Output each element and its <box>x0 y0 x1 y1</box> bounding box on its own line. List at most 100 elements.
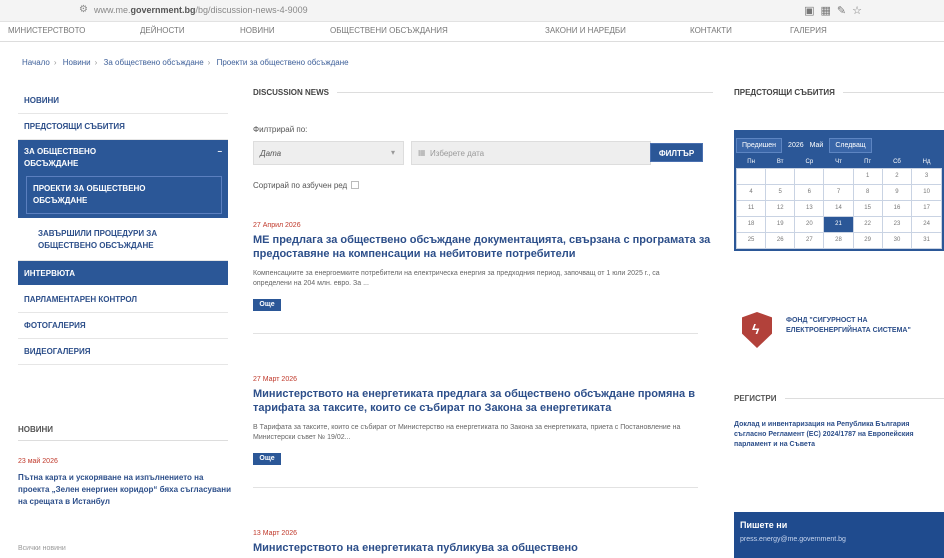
url-prefix: www.me. <box>94 5 131 15</box>
calendar-day[interactable]: 26 <box>765 231 796 249</box>
calendar-day[interactable]: 1 <box>852 167 883 185</box>
calendar-prev-button[interactable]: Предишен <box>736 137 783 153</box>
calendar-month: Май <box>809 141 824 149</box>
breadcrumb-item[interactable]: Начало <box>22 58 50 67</box>
calendar-day[interactable]: 5 <box>765 183 796 201</box>
calendar-weekday: Чт <box>835 158 842 165</box>
article-title[interactable]: Министерството на енергетиката предлага … <box>253 387 713 415</box>
sort-alphabetical[interactable]: Сортирай по азбучен ред <box>253 181 360 190</box>
calendar-day[interactable]: 27 <box>794 231 825 249</box>
topnav-item[interactable]: ЗАКОНИ И НАРЕДБИ <box>545 26 626 35</box>
sort-checkbox[interactable] <box>351 181 360 189</box>
divider <box>253 333 698 334</box>
calendar-day[interactable]: 20 <box>794 215 825 233</box>
topnav-item[interactable]: ДЕЙНОСТИ <box>140 26 185 35</box>
browser-tool-icons[interactable]: ▣▦✎☆ <box>804 4 868 17</box>
submenu-label: ПРОЕКТИ ЗА ОБЩЕСТВЕНО <box>33 184 146 193</box>
divider <box>253 487 698 488</box>
calendar-day <box>823 167 854 185</box>
topnav-item[interactable]: ГАЛЕРИЯ <box>790 26 827 35</box>
more-button[interactable]: Още <box>253 453 281 465</box>
sidebar-item-interviews[interactable]: ИНТЕРВЮТА <box>18 261 228 287</box>
article: 27 Март 2026 Министерството на енергетик… <box>253 376 713 488</box>
registers-heading: РЕГИСТРИ <box>734 394 944 403</box>
calendar-day[interactable]: 29 <box>852 231 883 249</box>
fund-label: ФОНД "СИГУРНОСТ НА ЕЛЕКТРОЕНЕРГИЙНАТА СИ… <box>786 317 911 334</box>
calendar-next-button[interactable]: Следващ <box>829 137 872 153</box>
sidebar-news-link[interactable]: Пътна карта и ускоряване на изпълнението… <box>18 472 233 508</box>
more-button[interactable]: Още <box>253 299 281 311</box>
topnav-item[interactable]: НОВИНИ <box>240 26 275 35</box>
calendar-year: 2026 <box>788 141 804 149</box>
calendar-day[interactable]: 6 <box>794 183 825 201</box>
sidebar-item-news[interactable]: НОВИНИ <box>18 88 228 114</box>
calendar-day[interactable]: 7 <box>823 183 854 201</box>
calendar-day[interactable]: 19 <box>765 215 796 233</box>
calendar-day[interactable]: 24 <box>911 215 942 233</box>
calendar-day <box>765 167 796 185</box>
calendar-weekday: Ср <box>805 158 814 165</box>
filter-label: Филтрирай по: <box>253 125 308 134</box>
events-heading: ПРЕДСТОЯЩИ СЪБИТИЯ <box>734 88 944 97</box>
calendar-day[interactable]: 30 <box>881 231 913 249</box>
breadcrumb-item[interactable]: Новини <box>63 58 91 67</box>
calendar-day[interactable]: 11 <box>735 199 767 217</box>
calendar-day[interactable]: 16 <box>881 199 913 217</box>
calendar-day[interactable]: 13 <box>794 199 825 217</box>
calendar-day[interactable]: 3 <box>911 167 942 185</box>
calendar-day[interactable]: 18 <box>735 215 767 233</box>
article-date: 27 Март 2026 <box>253 376 297 383</box>
article-excerpt: В Тарифата за таксите, които се събират … <box>253 424 681 441</box>
calendar-day[interactable]: 25 <box>735 231 767 249</box>
article-date: 27 Април 2026 <box>253 222 301 229</box>
calendar-day[interactable]: 15 <box>852 199 883 217</box>
registers-link[interactable]: Доклад и инвентаризация на Република Бъл… <box>734 420 939 450</box>
article: 13 Март 2026 Министерството на енергетик… <box>253 530 713 555</box>
sort-label: Сортирай по азбучен ред <box>253 181 348 190</box>
calendar-day[interactable]: 17 <box>911 199 942 217</box>
browser-toolbar: ⚙ www.me.government.bg/bg/discussion-new… <box>0 0 944 22</box>
calendar-day-today[interactable]: 21 <box>823 215 854 233</box>
article-title[interactable]: МЕ предлага за обществено обсъждане доку… <box>253 233 713 261</box>
topnav-item[interactable]: МИНИСТЕРСТВОТО <box>8 26 85 35</box>
section-label: ОБСЪЖДАНЕ <box>24 159 79 168</box>
calendar-day[interactable]: 4 <box>735 183 767 201</box>
calendar-day[interactable]: 10 <box>911 183 942 201</box>
all-news-link[interactable]: Всички новини <box>18 545 66 552</box>
contact-email[interactable]: press.energy@me.government.bg <box>740 536 938 543</box>
select-value: Дата <box>260 149 282 158</box>
calendar-day[interactable]: 9 <box>881 183 913 201</box>
sidebar-item-discussion-projects[interactable]: ПРОЕКТИ ЗА ОБЩЕСТВЕНО ОБСЪЖДАНЕ <box>26 176 222 214</box>
calendar-day <box>735 167 767 185</box>
filter-button[interactable]: ФИЛТЪР <box>650 143 703 162</box>
topnav-item[interactable]: КОНТАКТИ <box>690 26 732 35</box>
sidebar-item-parliamentary-control[interactable]: ПАРЛАМЕНТАРЕН КОНТРОЛ <box>18 287 228 313</box>
calendar-day[interactable]: 8 <box>852 183 883 201</box>
date-placeholder: Изберете дата <box>430 149 485 158</box>
calendar-day[interactable]: 12 <box>765 199 796 217</box>
date-input[interactable]: ▦ Изберете дата <box>411 141 651 165</box>
filter-select[interactable]: Дата ▾ <box>253 141 404 165</box>
sidebar-item-video-gallery[interactable]: ВИДЕОГАЛЕРИЯ <box>18 339 228 365</box>
sidebar-section-public-discussion[interactable]: ЗА ОБЩЕСТВЕНО − ОБСЪЖДАНЕ ПРОЕКТИ ЗА ОБЩЕ… <box>18 140 228 220</box>
calendar-day[interactable]: 2 <box>881 167 913 185</box>
fund-banner[interactable]: ϟ ФОНД "СИГУРНОСТ НА ЕЛЕКТРОЕНЕРГИЙНАТА … <box>734 308 944 368</box>
calendar-day[interactable]: 23 <box>881 215 913 233</box>
collapse-icon[interactable]: − <box>217 146 222 158</box>
sidebar-item-photo-gallery[interactable]: ФОТОГАЛЕРИЯ <box>18 313 228 339</box>
submenu-label: ЗАВЪРШИЛИ ПРОЦЕДУРИ ЗА <box>38 229 158 238</box>
topnav-item[interactable]: ОБЩЕСТВЕНИ ОБСЪЖДАНИЯ <box>330 26 448 35</box>
calendar-day[interactable]: 28 <box>823 231 854 249</box>
article: 27 Април 2026 МЕ предлага за обществено … <box>253 222 713 334</box>
sidebar-item-upcoming-events[interactable]: ПРЕДСТОЯЩИ СЪБИТИЯ <box>18 114 228 140</box>
calendar-day[interactable]: 22 <box>852 215 883 233</box>
calendar-day[interactable]: 14 <box>823 199 854 217</box>
calendar-weekday: Сб <box>893 158 901 165</box>
sidebar-item-completed-procedures[interactable]: ЗАВЪРШИЛИ ПРОЦЕДУРИ ЗА ОБЩЕСТВЕНО ОБСЪЖД… <box>18 220 228 261</box>
contact-box[interactable]: Пишете ни press.energy@me.government.bg <box>734 512 944 558</box>
breadcrumb-item[interactable]: За обществено обсъждане <box>104 58 204 67</box>
url-path: /bg/discussion-news-4-9009 <box>195 5 308 15</box>
article-title[interactable]: Министерството на енергетиката публикува… <box>253 541 713 555</box>
address-bar[interactable]: www.me.government.bg/bg/discussion-news-… <box>94 5 308 15</box>
calendar-day[interactable]: 31 <box>911 231 942 249</box>
